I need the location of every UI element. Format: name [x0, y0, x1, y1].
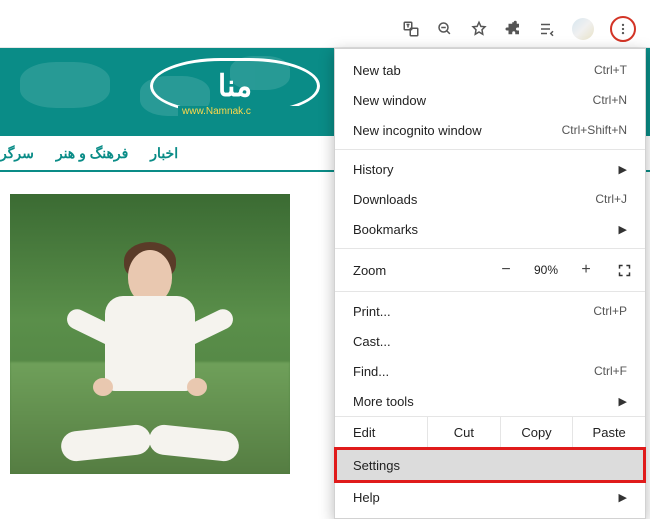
menu-accel: Ctrl+J	[595, 192, 627, 206]
fullscreen-button[interactable]	[603, 263, 645, 278]
translate-icon[interactable]	[402, 20, 420, 38]
menu-label: Find...	[353, 364, 594, 379]
logo-text: منا	[218, 69, 252, 104]
menu-bookmarks[interactable]: Bookmarks ▶	[335, 214, 645, 244]
submenu-arrow-icon: ▶	[619, 223, 627, 236]
edit-cut[interactable]: Cut	[427, 417, 500, 447]
menu-separator	[335, 248, 645, 249]
puzzle-icon[interactable]	[504, 20, 522, 38]
reading-list-icon[interactable]	[538, 20, 556, 38]
menu-help[interactable]: Help ▶	[335, 482, 645, 512]
menu-more-tools[interactable]: More tools ▶	[335, 386, 645, 416]
site-logo[interactable]: منا www.Namnak.c	[150, 58, 320, 125]
logo-url: www.Namnak.c	[178, 106, 348, 117]
submenu-arrow-icon: ▶	[619, 491, 627, 504]
menu-print[interactable]: Print... Ctrl+P	[335, 296, 645, 326]
menu-edit-row: Edit Cut Copy Paste	[335, 416, 645, 448]
menu-downloads[interactable]: Downloads Ctrl+J	[335, 184, 645, 214]
menu-cast[interactable]: Cast...	[335, 326, 645, 356]
menu-label: New incognito window	[353, 123, 562, 138]
article-image	[10, 194, 290, 474]
menu-label: Settings	[353, 458, 400, 473]
chrome-menu: New tab Ctrl+T New window Ctrl+N New inc…	[334, 48, 646, 519]
menu-label: New tab	[353, 63, 594, 78]
zoom-out-button[interactable]: −	[489, 261, 523, 279]
menu-label: History	[353, 162, 611, 177]
menu-label: Help	[353, 490, 611, 505]
menu-new-tab[interactable]: New tab Ctrl+T	[335, 55, 645, 85]
menu-label: Cast...	[353, 334, 627, 349]
nav-item[interactable]: فرهنگ و هنر	[56, 145, 128, 162]
star-icon[interactable]	[470, 20, 488, 38]
zoom-value: 90%	[523, 263, 569, 277]
menu-label: Print...	[353, 304, 593, 319]
menu-accel: Ctrl+P	[593, 304, 627, 318]
zoom-out-icon[interactable]	[436, 20, 454, 38]
menu-label: Downloads	[353, 192, 595, 207]
menu-separator	[335, 291, 645, 292]
menu-zoom: Zoom − 90% +	[335, 253, 645, 287]
profile-avatar[interactable]	[572, 18, 594, 40]
menu-accel: Ctrl+Shift+N	[562, 123, 627, 137]
nav-item[interactable]: سرگر	[0, 145, 34, 162]
menu-label: New window	[353, 93, 593, 108]
menu-label: More tools	[353, 394, 611, 409]
edit-copy[interactable]: Copy	[500, 417, 573, 447]
browser-toolbar	[0, 10, 650, 48]
menu-history[interactable]: History ▶	[335, 154, 645, 184]
edit-label: Edit	[335, 425, 427, 440]
submenu-arrow-icon: ▶	[619, 395, 627, 408]
more-menu-button[interactable]	[610, 16, 636, 42]
zoom-in-button[interactable]: +	[569, 261, 603, 279]
menu-separator	[335, 149, 645, 150]
menu-settings[interactable]: Settings	[335, 448, 645, 482]
menu-accel: Ctrl+F	[594, 364, 627, 378]
menu-new-window[interactable]: New window Ctrl+N	[335, 85, 645, 115]
nav-item[interactable]: اخبار	[150, 145, 178, 162]
menu-label: Bookmarks	[353, 222, 611, 237]
menu-find[interactable]: Find... Ctrl+F	[335, 356, 645, 386]
menu-accel: Ctrl+N	[593, 93, 627, 107]
menu-accel: Ctrl+T	[594, 63, 627, 77]
menu-incognito[interactable]: New incognito window Ctrl+Shift+N	[335, 115, 645, 145]
edit-paste[interactable]: Paste	[572, 417, 645, 447]
submenu-arrow-icon: ▶	[619, 163, 627, 176]
zoom-label: Zoom	[353, 263, 489, 278]
